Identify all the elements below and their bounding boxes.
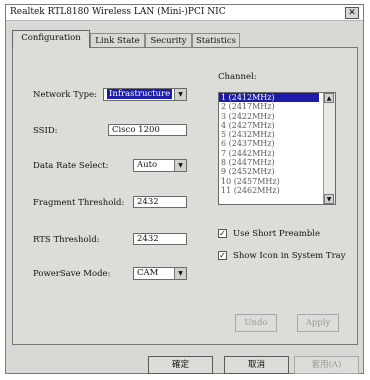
- channel-item[interactable]: 4 (2427MHz): [219, 121, 335, 130]
- fragment-threshold-label: Fragment Threshold:: [33, 198, 125, 208]
- channel-item[interactable]: 1 (2412MHz): [219, 93, 319, 103]
- properties-window: Realtek RTL8180 Wireless LAN (Mini-)PCI …: [5, 4, 364, 374]
- data-rate-label: Data Rate Select:: [33, 161, 109, 171]
- tab-statistics[interactable]: Statistics: [192, 33, 240, 47]
- ssid-field[interactable]: Cisco 1200: [108, 124, 187, 136]
- data-rate-value: Auto: [137, 160, 158, 170]
- short-preamble-checkbox[interactable]: ✓: [218, 229, 227, 238]
- panel-apply-button[interactable]: Apply: [297, 314, 339, 332]
- channel-item[interactable]: 8 (2447MHz): [219, 158, 335, 167]
- network-type-label: Network Type:: [33, 90, 97, 100]
- powersave-mode-value: CAM: [137, 268, 159, 278]
- fragment-threshold-field[interactable]: 2432: [133, 196, 187, 208]
- network-type-select[interactable]: Infrastructure ▼: [103, 88, 187, 101]
- network-type-value: Infrastructure: [107, 89, 173, 99]
- channel-item[interactable]: 9 (2452MHz): [219, 167, 335, 176]
- channel-item[interactable]: 3 (2422MHz): [219, 112, 335, 121]
- channel-item[interactable]: 10 (2457MHz): [219, 177, 335, 186]
- tab-link-state[interactable]: Link State: [90, 33, 145, 47]
- close-button[interactable]: ✕: [345, 7, 359, 19]
- scroll-down-icon[interactable]: ▼: [324, 194, 334, 204]
- chevron-down-icon: ▼: [174, 89, 186, 100]
- channel-item[interactable]: 2 (2417MHz): [219, 102, 335, 111]
- tray-icon-label: Show Icon in System Tray: [233, 251, 346, 261]
- channel-item[interactable]: 5 (2432MHz): [219, 130, 335, 139]
- cancel-button[interactable]: 取消: [224, 356, 289, 374]
- powersave-mode-label: PowerSave Mode:: [33, 269, 111, 279]
- window-title: Realtek RTL8180 Wireless LAN (Mini-)PCI …: [10, 7, 226, 17]
- ok-button[interactable]: 確定: [148, 356, 213, 374]
- tab-security[interactable]: Security: [145, 33, 192, 47]
- tray-icon-checkbox[interactable]: ✓: [218, 251, 227, 260]
- rts-threshold-field[interactable]: 2432: [133, 233, 187, 245]
- short-preamble-label: Use Short Preamble: [233, 229, 320, 239]
- scroll-up-icon[interactable]: ▲: [324, 93, 334, 103]
- channel-item[interactable]: 7 (2442MHz): [219, 149, 335, 158]
- configuration-panel: Network Type: Infrastructure ▼ SSID: Cis…: [12, 47, 358, 345]
- channel-scrollbar[interactable]: ▲ ▼: [323, 93, 335, 204]
- data-rate-select[interactable]: Auto ▼: [133, 159, 187, 172]
- powersave-mode-select[interactable]: CAM ▼: [133, 267, 187, 280]
- rts-threshold-label: RTS Threshold:: [33, 235, 100, 245]
- undo-button[interactable]: Undo: [235, 314, 277, 332]
- chevron-down-icon: ▼: [174, 268, 186, 279]
- title-bar: Realtek RTL8180 Wireless LAN (Mini-)PCI …: [6, 5, 363, 21]
- channel-item[interactable]: 6 (2437MHz): [219, 139, 335, 148]
- channel-item[interactable]: 11 (2462MHz): [219, 186, 335, 195]
- tab-configuration[interactable]: Configuration: [12, 30, 90, 48]
- channel-label: Channel:: [218, 72, 257, 82]
- chevron-down-icon: ▼: [174, 160, 186, 171]
- apply-button[interactable]: 套用(A): [294, 356, 359, 374]
- ssid-label: SSID:: [33, 126, 58, 136]
- channel-list[interactable]: 1 (2412MHz) 2 (2417MHz) 3 (2422MHz) 4 (2…: [218, 92, 336, 205]
